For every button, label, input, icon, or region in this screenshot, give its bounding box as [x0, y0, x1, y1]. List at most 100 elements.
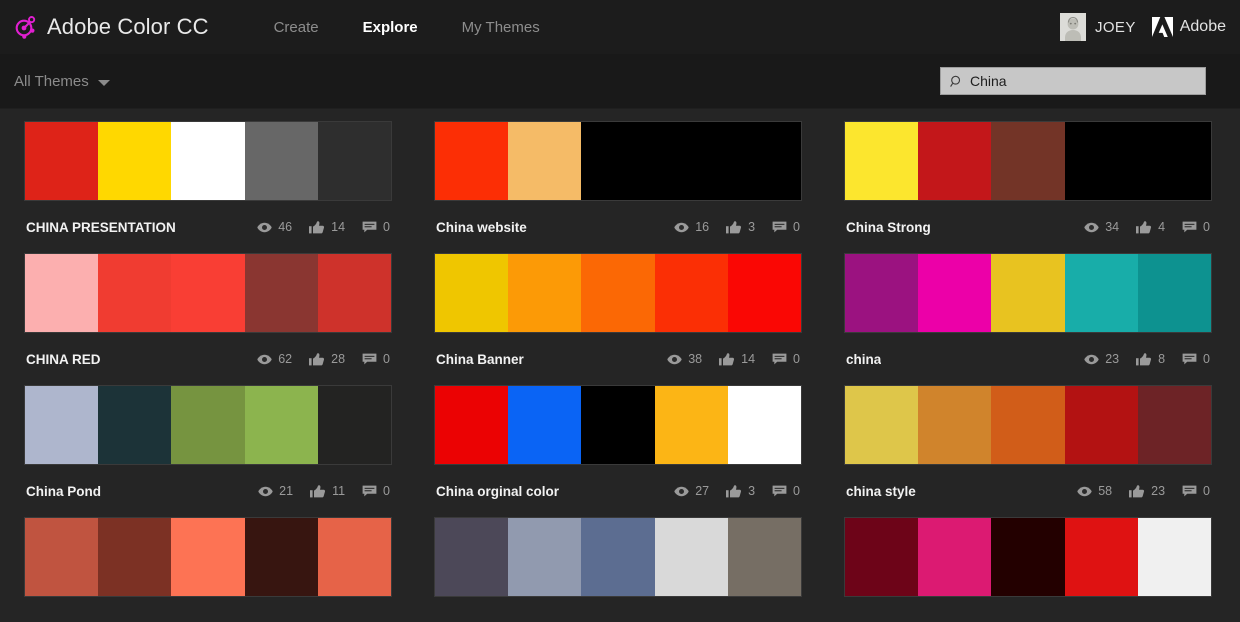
- color-swatch[interactable]: [654, 518, 728, 596]
- color-swatch[interactable]: [244, 386, 318, 464]
- color-swatch[interactable]: [581, 386, 655, 464]
- theme-card[interactable]: China Strong 34 4 0: [844, 121, 1212, 253]
- color-swatch[interactable]: [317, 254, 392, 332]
- color-swatch[interactable]: [317, 122, 392, 200]
- nav-item-explore[interactable]: Explore: [341, 19, 440, 36]
- theme-swatches[interactable]: [434, 253, 802, 333]
- theme-swatches[interactable]: [434, 385, 802, 465]
- theme-swatches[interactable]: [24, 517, 392, 597]
- nav-item-create[interactable]: Create: [252, 19, 341, 36]
- color-swatch[interactable]: [727, 518, 802, 596]
- theme-card[interactable]: China website 16 3 0: [434, 121, 802, 253]
- color-swatch[interactable]: [435, 518, 509, 596]
- color-swatch[interactable]: [1137, 518, 1212, 596]
- color-swatch[interactable]: [435, 122, 509, 200]
- color-swatch[interactable]: [918, 518, 992, 596]
- color-swatch[interactable]: [98, 386, 172, 464]
- theme-swatches[interactable]: [844, 385, 1212, 465]
- color-swatch[interactable]: [918, 386, 992, 464]
- search-input[interactable]: [970, 73, 1196, 89]
- theme-swatches[interactable]: [844, 517, 1212, 597]
- color-swatch[interactable]: [25, 254, 99, 332]
- color-swatch[interactable]: [845, 122, 919, 200]
- color-swatch[interactable]: [171, 254, 245, 332]
- theme-card[interactable]: china 23 8 0: [844, 253, 1212, 385]
- color-swatch[interactable]: [98, 122, 172, 200]
- color-swatch[interactable]: [991, 518, 1065, 596]
- theme-title[interactable]: China website: [436, 220, 527, 235]
- search-box[interactable]: [940, 67, 1206, 95]
- color-swatch[interactable]: [845, 386, 919, 464]
- theme-card[interactable]: China Pond 21 11 0: [24, 385, 392, 517]
- theme-title[interactable]: CHINA PRESENTATION: [26, 220, 176, 235]
- brand[interactable]: Adobe Color CC: [12, 14, 209, 40]
- color-swatch[interactable]: [991, 386, 1065, 464]
- color-swatch[interactable]: [508, 254, 582, 332]
- color-swatch[interactable]: [1137, 386, 1212, 464]
- theme-title[interactable]: CHINA RED: [26, 352, 101, 367]
- color-swatch[interactable]: [845, 518, 919, 596]
- color-swatch[interactable]: [1064, 518, 1138, 596]
- adobe-link[interactable]: Adobe: [1151, 17, 1226, 37]
- color-swatch[interactable]: [918, 254, 992, 332]
- theme-swatches[interactable]: [434, 121, 802, 201]
- color-swatch[interactable]: [435, 254, 509, 332]
- color-swatch[interactable]: [654, 386, 728, 464]
- color-swatch[interactable]: [727, 254, 802, 332]
- theme-swatches[interactable]: [434, 517, 802, 597]
- theme-card[interactable]: [434, 517, 802, 622]
- nav-item-my-themes[interactable]: My Themes: [440, 19, 562, 36]
- theme-title[interactable]: China orginal color: [436, 484, 559, 499]
- theme-swatches[interactable]: [24, 253, 392, 333]
- theme-title[interactable]: china: [846, 352, 881, 367]
- color-swatch[interactable]: [317, 518, 392, 596]
- theme-card[interactable]: China orginal color 27 3 0: [434, 385, 802, 517]
- all-themes-dropdown[interactable]: All Themes: [14, 73, 110, 90]
- color-swatch[interactable]: [991, 122, 1065, 200]
- theme-card[interactable]: china style 58 23 0: [844, 385, 1212, 517]
- color-swatch[interactable]: [25, 122, 99, 200]
- color-swatch[interactable]: [171, 122, 245, 200]
- color-swatch[interactable]: [654, 254, 728, 332]
- color-swatch[interactable]: [1137, 254, 1212, 332]
- theme-card[interactable]: CHINA PRESENTATION 46 14 0: [24, 121, 392, 253]
- theme-title[interactable]: China Pond: [26, 484, 101, 499]
- color-swatch[interactable]: [171, 386, 245, 464]
- color-swatch[interactable]: [508, 122, 582, 200]
- color-swatch[interactable]: [1064, 254, 1138, 332]
- color-swatch[interactable]: [98, 518, 172, 596]
- color-swatch[interactable]: [317, 386, 392, 464]
- theme-card[interactable]: [24, 517, 392, 622]
- color-swatch[interactable]: [244, 122, 318, 200]
- theme-card[interactable]: CHINA RED 62 28 0: [24, 253, 392, 385]
- color-swatch[interactable]: [1064, 386, 1138, 464]
- color-swatch[interactable]: [845, 254, 919, 332]
- color-swatch[interactable]: [1064, 122, 1138, 200]
- theme-card[interactable]: [844, 517, 1212, 622]
- color-swatch[interactable]: [98, 254, 172, 332]
- theme-swatches[interactable]: [844, 253, 1212, 333]
- theme-title[interactable]: China Banner: [436, 352, 524, 367]
- theme-swatches[interactable]: [24, 385, 392, 465]
- color-swatch[interactable]: [581, 518, 655, 596]
- color-swatch[interactable]: [508, 386, 582, 464]
- color-swatch[interactable]: [918, 122, 992, 200]
- color-swatch[interactable]: [25, 386, 99, 464]
- color-swatch[interactable]: [654, 122, 728, 200]
- theme-title[interactable]: China Strong: [846, 220, 931, 235]
- color-swatch[interactable]: [171, 518, 245, 596]
- color-swatch[interactable]: [244, 254, 318, 332]
- color-swatch[interactable]: [581, 254, 655, 332]
- theme-card[interactable]: China Banner 38 14 0: [434, 253, 802, 385]
- color-swatch[interactable]: [727, 122, 802, 200]
- color-swatch[interactable]: [991, 254, 1065, 332]
- theme-title[interactable]: china style: [846, 484, 916, 499]
- color-swatch[interactable]: [1137, 122, 1212, 200]
- color-swatch[interactable]: [508, 518, 582, 596]
- user-menu[interactable]: JOEY: [1059, 13, 1136, 41]
- color-swatch[interactable]: [727, 386, 802, 464]
- color-swatch[interactable]: [581, 122, 655, 200]
- color-swatch[interactable]: [435, 386, 509, 464]
- theme-swatches[interactable]: [24, 121, 392, 201]
- color-swatch[interactable]: [25, 518, 99, 596]
